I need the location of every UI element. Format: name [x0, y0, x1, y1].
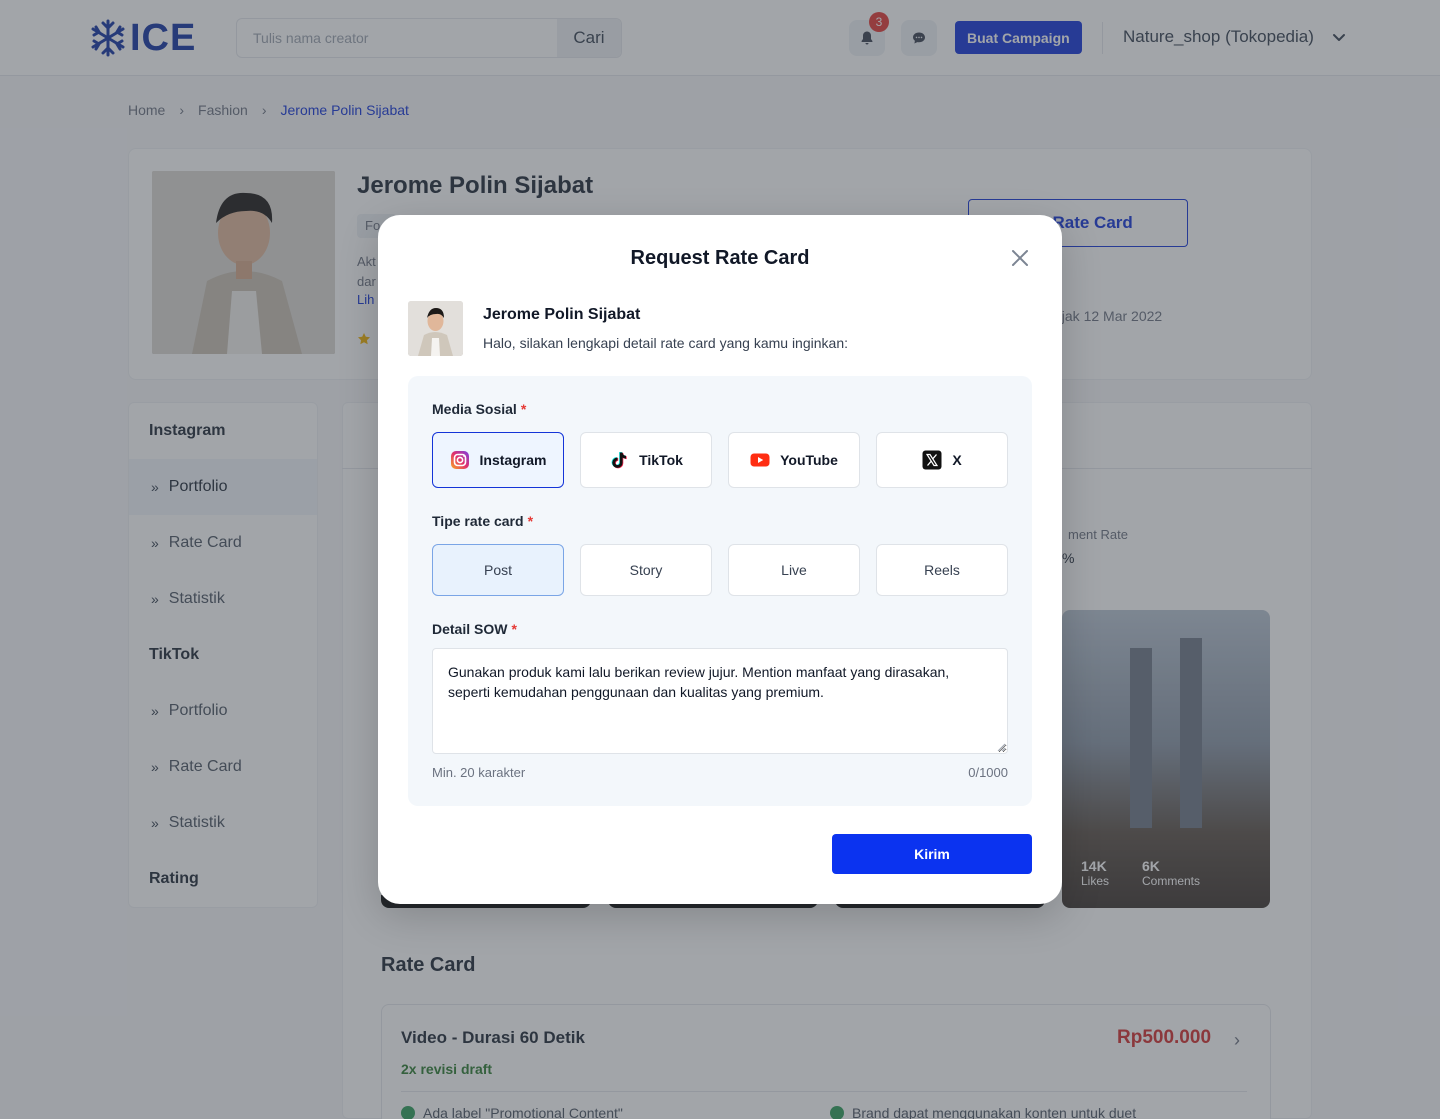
- submit-button[interactable]: Kirim: [832, 834, 1032, 874]
- sow-hint: Min. 20 karakter: [432, 765, 526, 780]
- instagram-icon: [450, 451, 469, 469]
- creator-avatar-art: [408, 301, 463, 356]
- type-option-story[interactable]: Story: [580, 544, 712, 596]
- media-option-label: TikTok: [639, 452, 683, 468]
- rate-type-label: Tipe rate card *: [432, 513, 533, 529]
- sow-label-text: Detail SOW: [432, 621, 508, 637]
- media-social-label: Media Sosial *: [432, 401, 526, 417]
- creator-avatar: [408, 301, 463, 356]
- resize-handle-icon[interactable]: [996, 742, 1006, 752]
- media-social-label-text: Media Sosial: [432, 401, 517, 417]
- modal-subtitle: Halo, silakan lengkapi detail rate card …: [483, 335, 848, 351]
- sow-label: Detail SOW *: [432, 621, 517, 637]
- sow-character-count: 0/1000: [968, 765, 1008, 780]
- media-option-tiktok[interactable]: TikTok: [580, 432, 712, 488]
- modal-title: Request Rate Card: [630, 247, 810, 269]
- type-option-live[interactable]: Live: [728, 544, 860, 596]
- rate-type-label-text: Tipe rate card: [432, 513, 524, 529]
- media-option-label: Instagram: [479, 452, 547, 468]
- media-option-x[interactable]: X: [876, 432, 1008, 488]
- media-option-label: YouTube: [780, 452, 838, 468]
- rate-card-form: Media Sosial * Instagram TikTok YouTube …: [408, 376, 1032, 806]
- required-mark: *: [520, 401, 527, 417]
- media-option-label: X: [952, 452, 962, 468]
- type-option-reels[interactable]: Reels: [876, 544, 1008, 596]
- modal-creator-name: Jerome Polin Sijabat: [483, 306, 641, 323]
- type-option-post[interactable]: Post: [432, 544, 564, 596]
- required-mark: *: [511, 621, 517, 637]
- sow-textarea[interactable]: [432, 648, 1008, 754]
- tiktok-icon: [611, 452, 627, 469]
- request-rate-card-modal: Request Rate Card Jerome Polin Sijabat H…: [378, 215, 1062, 904]
- media-option-youtube[interactable]: YouTube: [728, 432, 860, 488]
- close-icon[interactable]: [1008, 246, 1032, 270]
- youtube-icon: [750, 453, 770, 467]
- media-option-instagram[interactable]: Instagram: [432, 432, 564, 488]
- x-icon: [922, 450, 942, 470]
- required-mark: *: [527, 513, 534, 529]
